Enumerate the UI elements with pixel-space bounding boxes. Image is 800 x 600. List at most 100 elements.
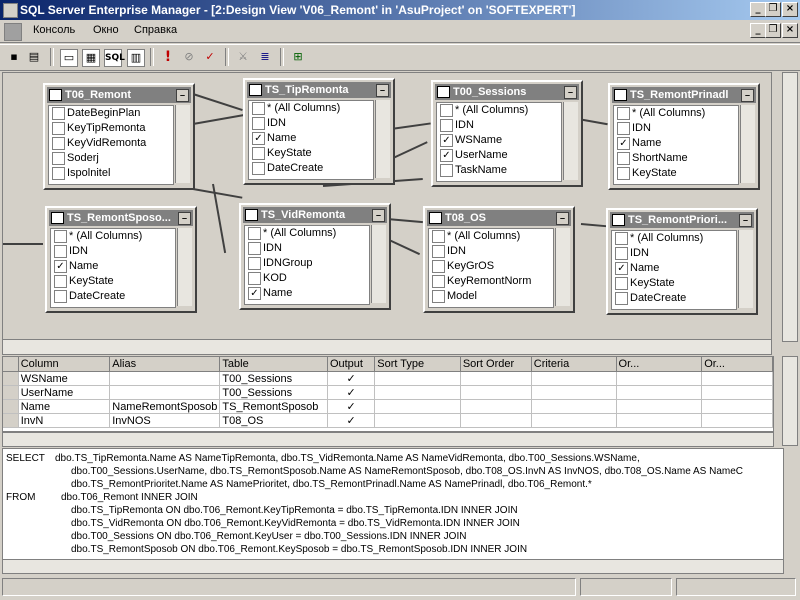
- column-row[interactable]: DateCreate: [51, 289, 175, 304]
- column-header[interactable]: Output: [327, 357, 376, 372]
- group-by-icon[interactable]: ≣: [257, 49, 273, 65]
- table-box-ts-remontsposob[interactable]: TS_RemontSposo... – * (All Columns) IDN ✓…: [45, 206, 197, 313]
- column-row[interactable]: Model: [429, 289, 553, 304]
- grid-cell-table[interactable]: TS_RemontSposob: [219, 399, 328, 414]
- grid-cell[interactable]: [374, 399, 461, 414]
- grid-cell-output[interactable]: ✓: [327, 399, 376, 414]
- table-header[interactable]: TS_VidRemonta –: [243, 207, 387, 223]
- table-box-t06-remont[interactable]: T06_Remont – DateBeginPlan KeyTipRemonta …: [43, 83, 195, 190]
- maximize-button[interactable]: ❐: [765, 2, 781, 17]
- mdi-minimize-button[interactable]: _: [750, 23, 766, 38]
- column-header[interactable]: Or...: [616, 357, 703, 372]
- column-header[interactable]: Or...: [701, 357, 773, 372]
- grid-pane-icon[interactable]: ▦: [82, 49, 100, 67]
- column-checkbox[interactable]: ✓: [617, 137, 630, 150]
- column-row[interactable]: DateCreate: [612, 291, 736, 306]
- column-checkbox[interactable]: [617, 167, 630, 180]
- column-row[interactable]: KeyTipRemonta: [49, 121, 173, 136]
- grid-cell[interactable]: [701, 399, 773, 414]
- collapse-button[interactable]: –: [556, 212, 569, 225]
- column-row[interactable]: * (All Columns): [245, 226, 369, 241]
- column-checkbox[interactable]: [615, 247, 628, 260]
- column-checkbox[interactable]: [440, 104, 453, 117]
- grid-cell-alias[interactable]: [109, 371, 221, 386]
- grid-cell[interactable]: [701, 385, 773, 400]
- column-row[interactable]: IDN: [51, 244, 175, 259]
- column-row[interactable]: ✓ UserName: [437, 148, 561, 163]
- column-checkbox[interactable]: ✓: [440, 149, 453, 162]
- run-button[interactable]: !: [160, 49, 176, 65]
- grid-cell[interactable]: [616, 371, 703, 386]
- menu-window[interactable]: Окно: [93, 24, 119, 36]
- column-checkbox[interactable]: [248, 227, 261, 240]
- column-checkbox[interactable]: ✓: [252, 132, 265, 145]
- table-header[interactable]: T06_Remont –: [47, 87, 191, 103]
- grid-cell[interactable]: [616, 413, 703, 428]
- column-row[interactable]: * (All Columns): [614, 106, 738, 121]
- column-row[interactable]: IDN: [429, 244, 553, 259]
- column-checkbox[interactable]: [615, 232, 628, 245]
- column-row[interactable]: ✓ Name: [249, 131, 373, 146]
- column-checkbox[interactable]: [52, 122, 65, 135]
- column-row[interactable]: KeyVidRemonta: [49, 136, 173, 151]
- column-checkbox[interactable]: [252, 117, 265, 130]
- table-scrollbar[interactable]: [740, 105, 755, 183]
- column-checkbox[interactable]: [432, 260, 445, 273]
- column-checkbox[interactable]: [615, 277, 628, 290]
- column-row[interactable]: KeyState: [612, 276, 736, 291]
- row-selector[interactable]: [3, 399, 19, 414]
- column-header[interactable]: Sort Type: [374, 357, 461, 372]
- column-row[interactable]: TaskName: [437, 163, 561, 178]
- column-row[interactable]: ✓ Name: [612, 261, 736, 276]
- column-row[interactable]: IDN: [612, 246, 736, 261]
- row-selector[interactable]: [3, 371, 19, 386]
- column-checkbox[interactable]: [248, 272, 261, 285]
- table-box-t00-sessions[interactable]: T00_Sessions – * (All Columns) IDN ✓ WSNam…: [431, 80, 583, 187]
- column-row[interactable]: * (All Columns): [51, 229, 175, 244]
- table-header[interactable]: TS_TipRemonta –: [247, 82, 391, 98]
- column-checkbox[interactable]: [54, 275, 67, 288]
- collapse-button[interactable]: –: [741, 89, 754, 102]
- verify-sql-icon[interactable]: ✓: [202, 49, 218, 65]
- column-checkbox[interactable]: [52, 107, 65, 120]
- criteria-grid[interactable]: Column Alias Table Output Sort Type Sort…: [2, 356, 774, 432]
- row-selector[interactable]: [3, 413, 19, 428]
- column-row[interactable]: Ispolnitel: [49, 166, 173, 181]
- column-row[interactable]: KeyState: [51, 274, 175, 289]
- grid-cell[interactable]: [374, 371, 461, 386]
- menu-console[interactable]: Консоль: [33, 24, 75, 36]
- mdi-close-button[interactable]: ×: [782, 23, 798, 38]
- table-scrollbar[interactable]: [738, 230, 753, 308]
- column-checkbox[interactable]: [252, 147, 265, 160]
- column-row[interactable]: ✓ Name: [614, 136, 738, 151]
- column-checkbox[interactable]: [248, 257, 261, 270]
- column-row[interactable]: * (All Columns): [249, 101, 373, 116]
- column-checkbox[interactable]: [432, 290, 445, 303]
- grid-cell[interactable]: [460, 413, 532, 428]
- column-row[interactable]: ✓ WSName: [437, 133, 561, 148]
- collapse-button[interactable]: –: [564, 86, 577, 99]
- column-checkbox[interactable]: [252, 102, 265, 115]
- grid-cell[interactable]: [374, 413, 461, 428]
- grid-cell[interactable]: [701, 413, 773, 428]
- diagram-horizontal-scrollbar[interactable]: [2, 339, 772, 355]
- column-checkbox[interactable]: [432, 230, 445, 243]
- table-header[interactable]: T00_Sessions –: [435, 84, 579, 100]
- column-checkbox[interactable]: ✓: [440, 134, 453, 147]
- table-row[interactable]: UserName T00_Sessions ✓: [3, 385, 773, 400]
- grid-cell-column[interactable]: WSName: [18, 371, 111, 386]
- table-row[interactable]: Name NameRemontSposob TS_RemontSposob ✓: [3, 399, 773, 414]
- collapse-button[interactable]: –: [178, 212, 191, 225]
- column-checkbox[interactable]: [617, 122, 630, 135]
- column-row[interactable]: KeyGrOS: [429, 259, 553, 274]
- column-row[interactable]: DateCreate: [249, 161, 373, 176]
- column-checkbox[interactable]: [54, 245, 67, 258]
- column-checkbox[interactable]: [432, 275, 445, 288]
- table-header[interactable]: TS_RemontPrinadl –: [612, 87, 756, 103]
- table-scrollbar[interactable]: [371, 225, 386, 303]
- column-header[interactable]: Criteria: [531, 357, 617, 372]
- table-box-ts-remontprinadl[interactable]: TS_RemontPrinadl – * (All Columns) IDN ✓ N…: [608, 83, 760, 190]
- column-header[interactable]: Alias: [109, 357, 221, 372]
- table-box-t08-os[interactable]: T08_OS – * (All Columns) IDN KeyGrOS KeyR…: [423, 206, 575, 313]
- grid-cell-output[interactable]: ✓: [327, 413, 376, 428]
